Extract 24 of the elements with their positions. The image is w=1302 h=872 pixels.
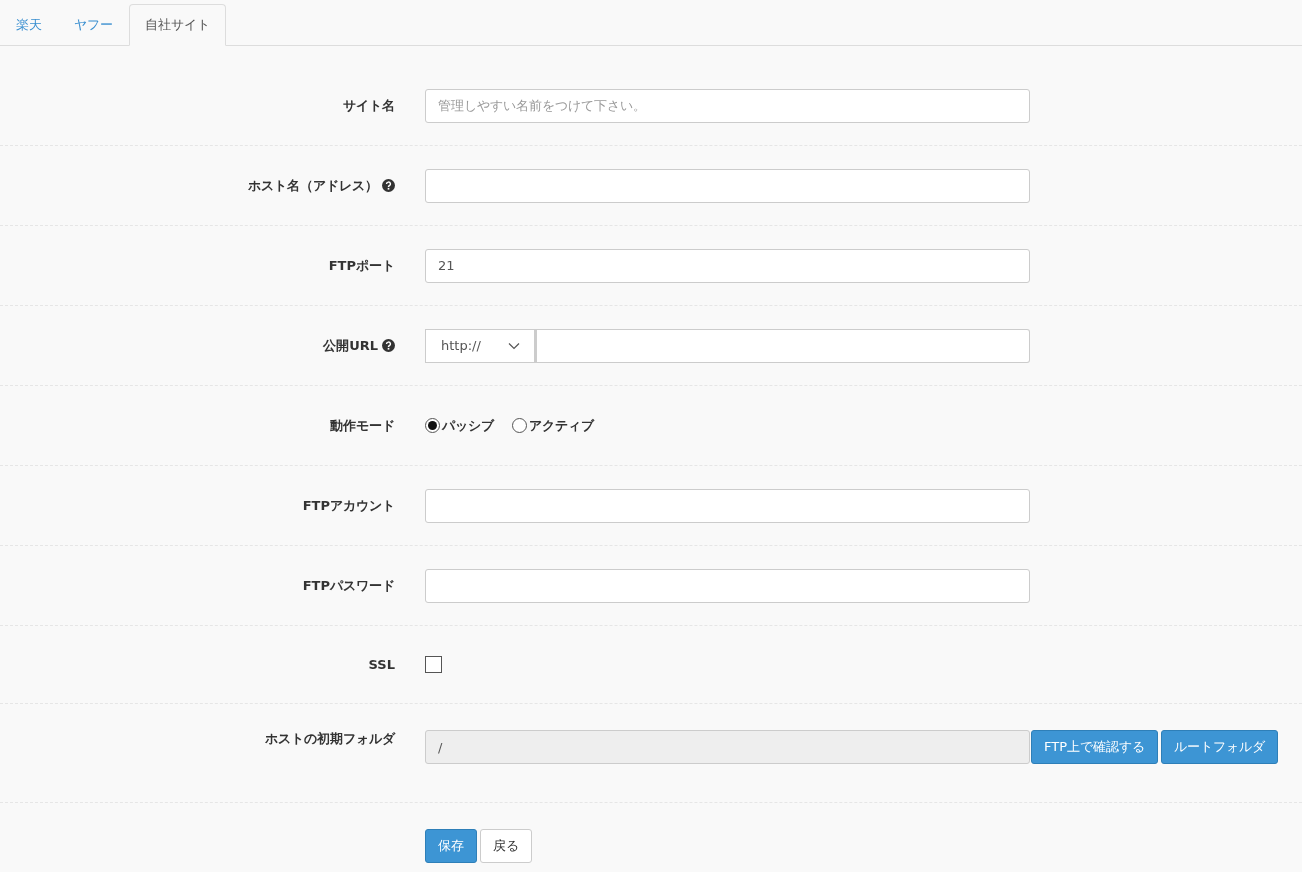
help-icon[interactable] <box>382 179 395 192</box>
input-field[interactable] <box>425 568 1030 603</box>
input-field[interactable]: 21 <box>425 248 1030 283</box>
input-field[interactable] <box>425 488 1030 523</box>
field-label: SSL <box>368 657 395 672</box>
field-label: 動作モード <box>330 416 395 435</box>
input-field[interactable] <box>425 168 1030 203</box>
tab[interactable]: 自社サイト <box>129 4 226 46</box>
help-icon[interactable] <box>382 339 395 352</box>
checkbox[interactable] <box>425 656 442 673</box>
input-field[interactable] <box>535 328 1030 363</box>
field-label: サイト名 <box>343 96 395 115</box>
chevron-icon <box>508 341 520 350</box>
field-label: ホスト名（アドレス） <box>248 176 378 195</box>
back-button[interactable]: 戻る <box>480 829 532 863</box>
field-label: ホストの初期フォルダ <box>265 730 395 748</box>
radio-option[interactable]: パッシブ <box>425 416 494 435</box>
field-label: FTPアカウント <box>302 496 395 515</box>
field-label: FTPパスワード <box>302 576 395 595</box>
scheme-dropdown[interactable]: http:// <box>425 328 535 363</box>
radio-option[interactable]: アクティブ <box>512 416 594 435</box>
field-label: FTPポート <box>328 256 395 275</box>
field-label: 公開URL <box>323 336 378 355</box>
input-field[interactable]: 管理しやすい名前をつけて下さい。 <box>425 88 1030 123</box>
